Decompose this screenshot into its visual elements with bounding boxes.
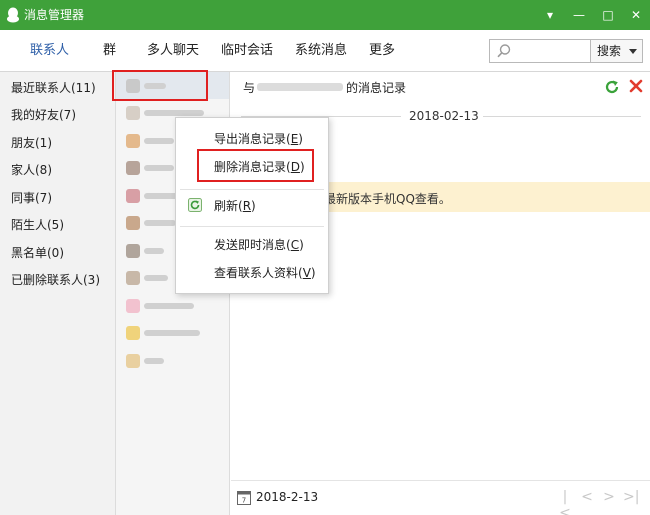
menu-item-export[interactable]: 导出消息记录(E) <box>214 131 303 147</box>
close-button[interactable]: ✕ <box>626 5 646 25</box>
menu-item-refresh[interactable]: 刷新(R) <box>214 198 256 214</box>
category-deleted-contacts[interactable]: 已删除联系人(3) <box>11 272 100 288</box>
category-tab-bar: 联系人 群 多人聊天 临时会话 系统消息 更多 搜索 <box>0 30 650 72</box>
context-menu: 导出消息记录(E) 删除消息记录(D) 刷新(R) 发送即时消息(C) 查看联系… <box>175 117 329 294</box>
menu-separator <box>180 189 324 190</box>
contact-name-redacted <box>144 220 176 226</box>
search-button-label: 搜索 <box>597 44 622 58</box>
avatar <box>126 134 140 148</box>
contact-name-redacted <box>144 110 204 116</box>
list-item[interactable] <box>116 319 229 346</box>
list-item[interactable] <box>116 292 229 319</box>
list-item[interactable] <box>116 347 229 374</box>
tab-groups[interactable]: 群 <box>103 42 116 60</box>
tab-contacts[interactable]: 联系人 <box>30 42 69 60</box>
tab-temp-sessions[interactable]: 临时会话 <box>221 42 273 60</box>
avatar <box>126 189 140 203</box>
contact-name-redacted <box>144 303 194 309</box>
minimize-button[interactable]: — <box>569 5 589 25</box>
search-icon <box>497 44 511 58</box>
tab-group-chats[interactable]: 多人聊天 <box>147 42 199 60</box>
menu-item-label: 刷新 <box>214 199 239 213</box>
selected-contact-highlight <box>112 70 208 101</box>
calendar-icon[interactable]: 7 <box>237 490 251 505</box>
refresh-icon <box>188 198 202 212</box>
avatar <box>126 299 140 313</box>
qq-penguin-icon <box>7 7 19 23</box>
contact-category-list: 最近联系人(11) 我的好友(7) 朋友(1) 家人(8) 同事(7) 陌生人(… <box>0 72 116 515</box>
menu-item-accesskey: V <box>302 266 311 280</box>
search-button[interactable]: 搜索 <box>591 39 643 63</box>
category-strangers[interactable]: 陌生人(5) <box>11 217 64 233</box>
header-prefix: 与 <box>243 81 256 95</box>
category-blacklist[interactable]: 黑名单(0) <box>11 245 64 261</box>
next-page-icon[interactable]: > <box>601 489 617 505</box>
title-bar: 消息管理器 ▾ — □ ✕ <box>0 0 650 30</box>
menu-separator <box>180 226 324 227</box>
category-my-friends[interactable]: 我的好友(7) <box>11 107 76 123</box>
prev-page-icon[interactable]: < <box>579 489 595 505</box>
category-friends[interactable]: 朋友(1) <box>11 135 52 151</box>
last-page-icon[interactable]: >| <box>623 489 639 505</box>
notice-text: 最新版本手机QQ查看。 <box>324 192 451 206</box>
menu-item-label: 导出消息记录 <box>214 132 287 146</box>
avatar <box>126 326 140 340</box>
menu-item-view-profile[interactable]: 查看联系人资料(V) <box>214 265 316 281</box>
category-colleagues[interactable]: 同事(7) <box>11 190 52 206</box>
search-input[interactable] <box>516 42 588 60</box>
divider-line <box>483 116 641 117</box>
maximize-button[interactable]: □ <box>598 5 618 25</box>
contact-name-redacted <box>144 248 164 254</box>
message-footer: 7 2018-2-13 |< < > >| <box>231 480 650 515</box>
chevron-down-icon <box>629 49 637 54</box>
avatar <box>126 161 140 175</box>
category-recent-contacts[interactable]: 最近联系人(11) <box>11 80 96 96</box>
tab-more[interactable]: 更多 <box>369 42 395 60</box>
svg-text:7: 7 <box>242 497 246 505</box>
message-header: 与 的消息记录 <box>231 72 650 102</box>
contact-name-redacted <box>144 358 164 364</box>
delete-item-highlight <box>197 149 314 182</box>
category-family[interactable]: 家人(8) <box>11 162 52 178</box>
avatar <box>126 244 140 258</box>
tab-system-messages[interactable]: 系统消息 <box>295 42 347 60</box>
contact-name-redacted <box>144 275 168 281</box>
avatar <box>126 106 140 120</box>
avatar <box>126 216 140 230</box>
footer-date: 2018-2-13 <box>256 490 319 504</box>
delete-icon[interactable] <box>628 78 644 94</box>
contact-name-redacted <box>144 165 174 171</box>
menu-item-accesskey: E <box>290 132 299 146</box>
menu-item-label: 查看联系人资料 <box>214 266 299 280</box>
menu-item-accesskey: C <box>290 238 300 252</box>
avatar <box>126 354 140 368</box>
first-page-icon[interactable]: |< <box>557 489 573 515</box>
header-suffix: 的消息记录 <box>346 81 407 95</box>
contact-name-redacted <box>144 330 200 336</box>
contact-name-redacted <box>257 83 343 91</box>
window-title: 消息管理器 <box>24 8 85 22</box>
contact-name-redacted <box>144 138 174 144</box>
refresh-icon[interactable] <box>604 79 620 95</box>
menu-item-label: 发送即时消息 <box>214 238 287 252</box>
menu-item-accesskey: R <box>242 199 252 213</box>
menu-item-send-message[interactable]: 发送即时消息(C) <box>214 237 304 253</box>
search-box <box>489 39 591 63</box>
date-divider-label: 2018-02-13 <box>409 109 479 123</box>
dropdown-menu-button[interactable]: ▾ <box>540 5 560 25</box>
avatar <box>126 271 140 285</box>
